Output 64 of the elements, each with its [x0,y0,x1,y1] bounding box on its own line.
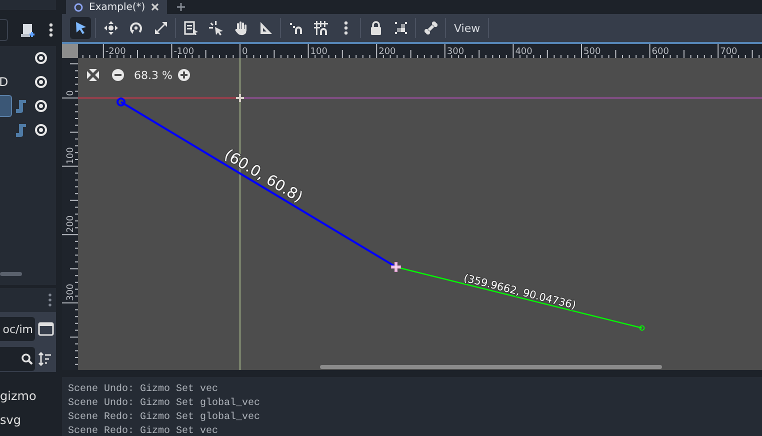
hand-icon [232,20,248,36]
ruler-label: 300 [66,284,76,301]
ruler-label: 100 [310,47,328,57]
scrollbar[interactable] [0,272,22,276]
group-icon [392,20,408,36]
node-name[interactable]: D [0,75,8,89]
eye-icon[interactable] [34,51,48,65]
smart-snap-icon [288,20,304,36]
center-view-icon[interactable] [87,69,99,81]
bone-icon [422,20,438,36]
window-icon[interactable] [38,322,54,336]
log-line: Scene Undo: Gizmo Set vec [68,383,220,397]
search-field[interactable] [0,347,35,371]
eye-icon[interactable] [34,123,48,137]
drag-handle-icon[interactable] [48,293,52,307]
close-icon[interactable] [151,3,160,11]
ruler-label: 500 [584,47,601,57]
sort-icon[interactable] [38,352,52,366]
view-menu[interactable]: View [446,18,490,38]
horizontal-ruler[interactable] [62,44,762,58]
vector-handle[interactable] [116,98,126,106]
ruler-label: -100 [174,47,194,57]
script-icon[interactable] [15,123,27,137]
zoom-out-icon[interactable] [112,69,124,81]
triangle-ruler-icon [258,20,274,36]
eye-icon[interactable] [34,99,48,113]
script-icon[interactable] [15,99,27,113]
ruler-label: 200 [378,47,396,57]
kebab-menu-icon[interactable] [48,22,54,38]
search-icon [21,353,33,365]
eye-icon[interactable] [34,75,48,89]
pivot-handle[interactable] [390,260,402,274]
log-line: Scene Undo: Gizmo Set global_vec [68,397,262,411]
selected-node-highlight[interactable] [0,95,12,117]
ruler-label: 200 [66,215,76,233]
ruler-label: 700 [720,47,738,57]
ruler-label: 600 [652,47,669,57]
zoom-level[interactable]: 68.3 % [134,69,172,82]
add-tab-icon[interactable] [177,3,186,11]
filter-field[interactable] [0,19,8,41]
zoom-in-icon[interactable] [178,69,190,81]
origin-marker [235,93,245,103]
editor-tab[interactable]: Example(*) [66,0,168,14]
scene-icon [74,2,83,12]
horizontal-scrollbar[interactable] [320,365,662,369]
grid-snap-icon [312,20,328,36]
move-icon [102,20,118,36]
file-item[interactable]: gizmo [0,384,56,408]
ruler-label: 0 [66,90,76,96]
log-line: Scene Redo: Gizmo Set global_vec [68,411,262,425]
ruler-label: -200 [105,47,126,57]
log-line: Scene Redo: Gizmo Set vec [68,425,220,436]
ruler-label: 0 [242,47,248,57]
ruler-label: 400 [515,47,532,57]
kebab-menu-icon [342,20,348,36]
ruler-label: 100 [66,147,76,164]
list-select-icon [182,20,198,36]
path-field[interactable]: oc/im [0,317,35,341]
rotate-icon [128,20,144,36]
file-item[interactable]: svg [0,408,56,432]
scale-icon [152,20,168,36]
ruler-label: 300 [446,47,464,57]
pivot-icon [208,20,224,36]
tool-button[interactable] [70,17,91,39]
